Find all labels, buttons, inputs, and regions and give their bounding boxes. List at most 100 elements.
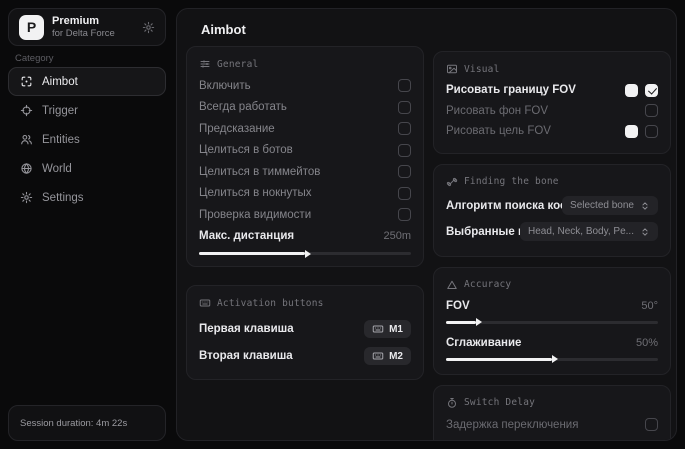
accuracy-card: Accuracy FOV 50° Сглаживание 50%: [433, 267, 671, 375]
card-title: Accuracy: [464, 279, 511, 290]
keybind-button[interactable]: M1: [364, 320, 411, 338]
session-duration-card: Session duration: 4m 22s: [8, 405, 166, 441]
right-column: Visual Рисовать границу FOV Рисовать фон…: [433, 51, 671, 441]
checkbox[interactable]: [398, 79, 411, 92]
sidebar-item-label: Trigger: [42, 105, 78, 117]
toggle-row: Целиться в тиммейтов: [199, 161, 411, 183]
dropdown-value: Selected bone: [570, 200, 634, 211]
toggle-label: Предсказание: [199, 123, 275, 135]
visual-row: Рисовать фон FOV: [446, 101, 658, 122]
visual-row: Рисовать цель FOV: [446, 121, 658, 142]
checkbox[interactable]: [645, 125, 658, 138]
smoothing-slider[interactable]: [446, 358, 658, 361]
sidebar-item-trigger[interactable]: Trigger: [8, 96, 166, 125]
card-title: General: [217, 59, 258, 70]
sidebar-item-label: Settings: [42, 192, 84, 204]
selected-bones-dropdown[interactable]: Head, Neck, Body, Pe...: [520, 222, 658, 241]
color-swatch[interactable]: [625, 84, 638, 97]
finding-bone-card: Finding the bone Алгоритм поиска кост Se…: [433, 164, 671, 257]
card-title: Finding the bone: [464, 176, 559, 187]
checkbox[interactable]: [398, 144, 411, 157]
fov-slider-group: FOV 50°: [446, 296, 658, 324]
checkbox[interactable]: [398, 101, 411, 114]
toggle-row: Целиться в нокнутых: [199, 183, 411, 205]
dropdown-value: Head, Neck, Body, Pe...: [528, 226, 634, 237]
slider-label: Сглаживание: [446, 337, 521, 349]
general-card: General Включить Всегда работать Предска…: [186, 46, 424, 267]
toggle-row: Задержка переключения: [446, 414, 658, 436]
keybind-value: M1: [389, 324, 403, 335]
unfold-icon: [640, 201, 650, 211]
max-distance-slider[interactable]: [199, 252, 411, 255]
session-duration-text: Session duration: 4m 22s: [20, 418, 127, 429]
keyboard-icon: [372, 323, 384, 335]
visual-label: Рисовать фон FOV: [446, 105, 548, 117]
category-label: Category: [15, 53, 54, 64]
keybind-value: M2: [389, 351, 403, 362]
selected-bones-row: Выбранные кос Head, Neck, Body, Pe...: [446, 219, 658, 245]
keybind-button[interactable]: M2: [364, 347, 411, 365]
slider-fill: [446, 358, 552, 361]
sidebar: P Premium for Delta Force Category Aimbo…: [0, 0, 176, 449]
gear-icon[interactable]: [142, 21, 155, 34]
toggle-row: Всегда работать: [199, 97, 411, 119]
sidebar-item-settings[interactable]: Settings: [8, 183, 166, 212]
switch-delay-card: Switch Delay Задержка переключения Задер…: [433, 385, 671, 442]
left-column: General Включить Всегда работать Предска…: [186, 46, 424, 398]
checkbox[interactable]: [645, 104, 658, 117]
triangle-icon: [446, 279, 458, 291]
unfold-icon: [640, 227, 650, 237]
visual-row: Рисовать границу FOV: [446, 80, 658, 101]
fov-slider[interactable]: [446, 321, 658, 324]
color-swatch[interactable]: [625, 125, 638, 138]
switch-delay-slider-group: Задержка переключения (мс) 1000 ms: [446, 436, 658, 442]
card-title: Activation buttons: [217, 298, 324, 309]
sidebar-nav: Aimbot Trigger Entities World Settings: [8, 67, 166, 212]
sidebar-item-world[interactable]: World: [8, 154, 166, 183]
keyboard-icon: [372, 350, 384, 362]
checkbox[interactable]: [398, 187, 411, 200]
checkbox[interactable]: [645, 84, 658, 97]
checkbox[interactable]: [398, 122, 411, 135]
visual-label: Рисовать цель FOV: [446, 125, 551, 137]
checkbox[interactable]: [398, 208, 411, 221]
toggle-label: Включить: [199, 80, 251, 92]
dropdown-label: Алгоритм поиска кост: [446, 200, 568, 212]
toggle-label: Проверка видимости: [199, 209, 311, 221]
keybind-row: Первая клавиша M1: [199, 317, 411, 341]
checkbox[interactable]: [645, 418, 658, 431]
smoothing-slider-group: Сглаживание 50%: [446, 333, 658, 361]
image-icon: [446, 63, 458, 75]
sidebar-item-entities[interactable]: Entities: [8, 125, 166, 154]
toggle-label: Всегда работать: [199, 101, 287, 113]
sidebar-item-label: World: [42, 163, 72, 175]
sidebar-item-aimbot[interactable]: Aimbot: [8, 67, 166, 96]
slider-label: FOV: [446, 300, 470, 312]
keyboard-icon: [199, 297, 211, 309]
keybind-label: Первая клавиша: [199, 323, 294, 335]
stopwatch-icon: [446, 397, 458, 409]
keybind-label: Вторая клавиша: [199, 350, 293, 362]
toggle-row: Предсказание: [199, 118, 411, 140]
brand-title: Premium: [52, 15, 115, 28]
bone-algorithm-dropdown[interactable]: Selected bone: [562, 196, 658, 215]
toggle-row: Проверка видимости: [199, 204, 411, 226]
slider-value: 250m: [383, 230, 411, 242]
dropdown-label: Выбранные кос: [446, 226, 526, 238]
checkbox[interactable]: [398, 165, 411, 178]
max-distance-row: Макс. дистанция 250m: [199, 226, 411, 248]
visual-card: Visual Рисовать границу FOV Рисовать фон…: [433, 51, 671, 154]
card-title: Switch Delay: [464, 397, 535, 408]
slider-label: Задержка переключения (мс): [446, 440, 612, 442]
slider-fill: [199, 252, 305, 255]
brand-subtitle: for Delta Force: [52, 28, 115, 39]
toggle-row: Включить: [199, 75, 411, 97]
slider-fill: [446, 321, 476, 324]
app-logo: P: [19, 15, 44, 40]
slider-value: 50%: [636, 337, 658, 349]
entities-users-icon: [20, 133, 33, 146]
visual-label: Рисовать границу FOV: [446, 84, 576, 96]
toggle-label: Задержка переключения: [446, 419, 578, 431]
aimbot-crosshair-icon: [20, 75, 33, 88]
slider-value: 1000 ms: [616, 440, 658, 442]
